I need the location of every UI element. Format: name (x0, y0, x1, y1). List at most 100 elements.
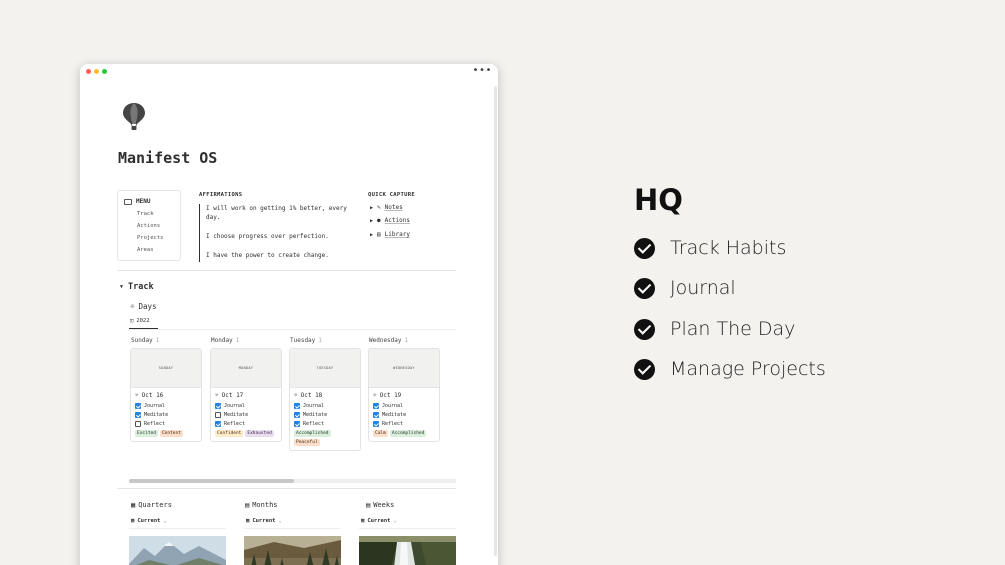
quick-capture-label[interactable]: Library (385, 231, 410, 238)
days-database-title[interactable]: ☼ Days (130, 302, 157, 311)
menu-link-projects[interactable]: Projects (137, 235, 164, 241)
quarters-icon: ▦ (131, 501, 136, 509)
mood-tag: Excited (135, 430, 158, 437)
habit-label: Journal (382, 403, 404, 409)
habit-meditate[interactable]: Meditate (369, 410, 439, 419)
checkbox-checked[interactable] (373, 403, 379, 409)
weeks-database-title[interactable]: ▤ Weeks (366, 501, 394, 509)
toggle-triangle-icon[interactable]: ▶ (370, 232, 373, 238)
toggle-down-icon[interactable]: ▼ (120, 284, 123, 290)
checkbox-unchecked[interactable] (215, 412, 221, 418)
mood-tags: Accomplished Peaceful (290, 428, 360, 446)
more-options-button[interactable]: ••• (472, 65, 492, 76)
habit-label: Journal (224, 403, 246, 409)
close-window-button[interactable] (86, 69, 91, 74)
habit-journal[interactable]: Journal (369, 401, 439, 410)
menu-link-track[interactable]: Track (137, 211, 154, 217)
habit-meditate[interactable]: Meditate (290, 410, 360, 419)
habit-label: Reflect (382, 421, 404, 427)
habit-meditate[interactable]: Meditate (131, 410, 201, 419)
habit-reflect[interactable]: Reflect (369, 419, 439, 428)
toggle-triangle-icon[interactable]: ▶ (370, 218, 373, 224)
checkbox-checked[interactable] (294, 403, 300, 409)
view-divider (244, 528, 341, 529)
track-toggle-heading[interactable]: ▼ Track (120, 282, 154, 292)
affirmation-line: I will work on getting 1% better, every … (206, 205, 347, 221)
board-column-header-sunday[interactable]: Sunday 1 (131, 337, 159, 344)
habit-reflect[interactable]: Reflect (131, 419, 201, 428)
notion-window: ••• Manifest OS MENU Track Actions Proje… (80, 64, 498, 565)
card-date: ☼ Oct 18 (290, 388, 360, 401)
mood-tags: Excited Content (131, 428, 201, 437)
check-circle-icon (634, 318, 655, 340)
mountain-lake-image[interactable] (129, 536, 226, 565)
sun-icon: ☼ (215, 392, 219, 399)
day-card-monday[interactable]: MONDAY ☼ Oct 17 Journal Meditate Reflect … (210, 348, 282, 442)
toggle-triangle-icon[interactable]: ▶ (370, 205, 373, 211)
checkbox-checked[interactable] (294, 421, 300, 427)
horizontal-scrollbar[interactable] (129, 479, 456, 483)
day-card-tuesday[interactable]: TUESDAY ☼ Oct 18 Journal Meditate Reflect… (289, 348, 361, 451)
board-view-icon: ◫ (130, 318, 134, 324)
checkbox-checked[interactable] (135, 403, 141, 409)
board-column-header-wednesday[interactable]: Wednesday 1 (369, 337, 408, 344)
column-name: Monday (211, 337, 233, 344)
board-column-header-tuesday[interactable]: Tuesday 1 (290, 337, 322, 344)
forest-valley-image[interactable] (244, 536, 341, 565)
checkbox-checked[interactable] (294, 412, 300, 418)
day-card-wednesday[interactable]: WEDNESDAY ☼ Oct 19 Journal Meditate Refle… (368, 348, 440, 442)
mood-tag: Content (159, 430, 183, 437)
column-name: Wednesday (369, 337, 402, 344)
months-database-title[interactable]: ▤ Months (245, 501, 278, 509)
quick-capture-library[interactable]: ▶ ▤ Library (370, 231, 410, 238)
menu-heading: MENU (124, 198, 150, 205)
checkbox-checked[interactable] (135, 412, 141, 418)
zoom-window-button[interactable] (102, 69, 107, 74)
habit-reflect[interactable]: Reflect (211, 419, 281, 428)
quick-capture-label[interactable]: Actions (385, 217, 410, 224)
menu-link-actions[interactable]: Actions (137, 223, 160, 229)
card-date-label: Oct 18 (300, 392, 323, 399)
minimize-window-button[interactable] (94, 69, 99, 74)
scrollbar-thumb[interactable] (129, 479, 294, 483)
checkbox-checked[interactable] (215, 421, 221, 427)
weeks-icon: ▤ (366, 501, 371, 509)
vertical-scrollbar[interactable] (494, 86, 497, 556)
checkbox-checked[interactable] (373, 412, 379, 418)
sun-icon: ☼ (130, 302, 135, 311)
checkbox-checked[interactable] (373, 421, 379, 427)
board-column-header-monday[interactable]: Monday 1 (211, 337, 239, 344)
quarters-view-selector[interactable]: ▦ Current ⌄ (131, 518, 167, 524)
card-date: ☼ Oct 19 (369, 388, 439, 401)
menu-link-areas[interactable]: Areas (137, 247, 154, 253)
habit-reflect[interactable]: Reflect (290, 419, 360, 428)
habit-label: Meditate (382, 412, 407, 418)
mood-tag: Confident (215, 430, 244, 437)
quick-capture-notes[interactable]: ▶ ✎ Notes (370, 204, 403, 211)
column-count: 1 (155, 337, 160, 344)
waterfall-image[interactable] (359, 536, 456, 565)
view-tab-2022[interactable]: ◫ 2022 (130, 318, 150, 324)
day-card-sunday[interactable]: SUNDAY ☼ Oct 16 Journal Meditate Reflect … (130, 348, 202, 442)
hot-air-balloon-icon[interactable] (122, 102, 146, 132)
quarters-database-title[interactable]: ▦ Quarters (131, 501, 172, 509)
weeks-view-selector[interactable]: ▦ Current ⌄ (361, 518, 397, 524)
habit-meditate[interactable]: Meditate (211, 410, 281, 419)
view-divider (129, 528, 226, 529)
database-name: Quarters (138, 501, 172, 509)
hq-feature-label: Track Habits (670, 237, 787, 259)
months-view-selector[interactable]: ▦ Current ⌄ (246, 518, 282, 524)
column-name: Sunday (131, 337, 153, 344)
habit-journal[interactable]: Journal (290, 401, 360, 410)
checkbox-checked[interactable] (215, 403, 221, 409)
habit-journal[interactable]: Journal (131, 401, 201, 410)
habit-label: Journal (303, 403, 325, 409)
card-date-label: Oct 17 (221, 392, 244, 399)
quick-capture-label[interactable]: Notes (385, 204, 403, 211)
mood-tag: Peaceful (294, 439, 320, 446)
quick-capture-actions[interactable]: ▶ ● Actions (370, 217, 410, 224)
habit-journal[interactable]: Journal (211, 401, 281, 410)
hq-feature-item: Plan The Day (634, 318, 795, 340)
quick-capture-heading: QUICK CAPTURE (368, 192, 415, 198)
checkbox-unchecked[interactable] (135, 421, 141, 427)
